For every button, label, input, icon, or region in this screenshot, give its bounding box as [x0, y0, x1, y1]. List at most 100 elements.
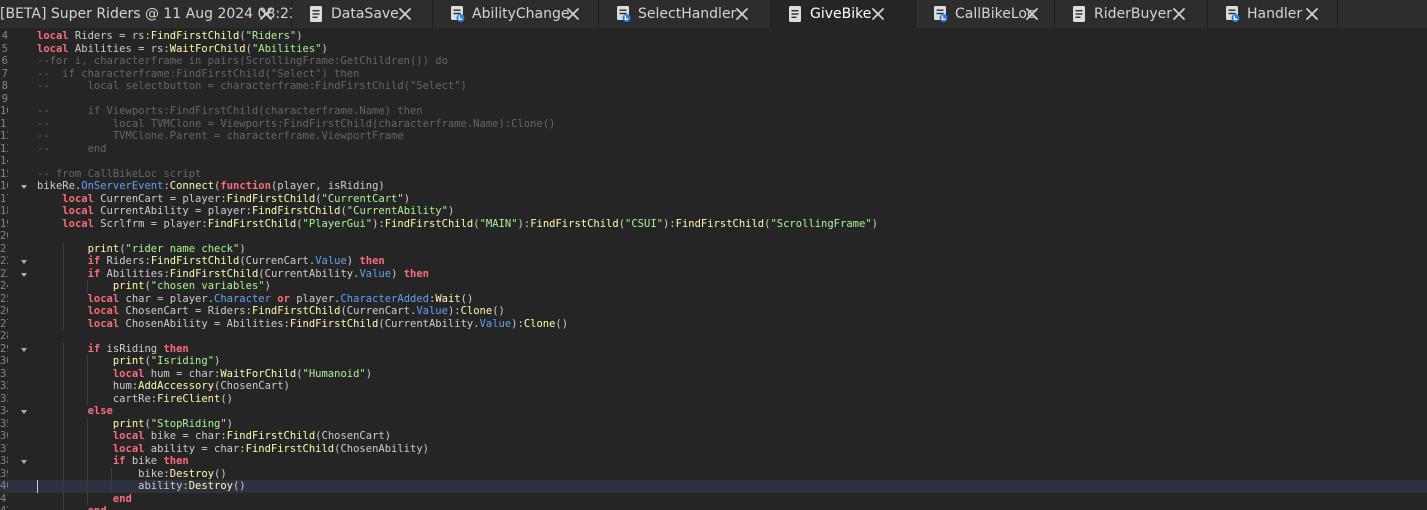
close-icon[interactable]	[1025, 5, 1039, 23]
close-icon[interactable]	[259, 5, 273, 23]
line-number: 5	[1, 42, 8, 55]
line-number: 11	[0, 117, 8, 130]
close-icon[interactable]	[871, 5, 885, 23]
code-line[interactable]: 9	[0, 93, 1427, 106]
code-text: else	[87, 405, 113, 417]
fold-arrow-icon[interactable]	[20, 345, 28, 353]
tab-givebike[interactable]: GiveBike	[771, 0, 916, 28]
line-number: 17	[0, 192, 8, 205]
code-line[interactable]: 15 -- from CallBikeLoc script	[0, 168, 1427, 181]
code-line[interactable]: 20	[0, 230, 1427, 243]
tab-label: Handler	[1247, 6, 1303, 22]
code-line[interactable]: 31 local hum = char:WaitForChild("Humano…	[0, 367, 1427, 380]
tab-selecthandler[interactable]: SelectHandler	[599, 0, 771, 28]
code-line[interactable]: 37 local ability = char:FindFirstChild(C…	[0, 442, 1427, 455]
tab-label: AbilityChange	[472, 6, 570, 22]
code-line[interactable]: 22 if Riders:FindFirstChild(CurrenCart.V…	[0, 255, 1427, 268]
code-line[interactable]: 33 cartRe:FireClient()	[0, 392, 1427, 405]
code-line[interactable]: 38 if bike then	[0, 455, 1427, 468]
tab-bar: [BETA] Super Riders @ 11 Aug 2024 08:23 D…	[0, 0, 1427, 28]
code-line[interactable]: 25 local char = player.Character or play…	[0, 292, 1427, 305]
code-line[interactable]: 35 print("StopRiding")	[0, 417, 1427, 430]
code-line[interactable]: 19 local Scrlfrm = player:FindFirstChild…	[0, 218, 1427, 231]
local-script-icon	[614, 5, 632, 23]
tab-abilitychange[interactable]: AbilityChange	[433, 0, 599, 28]
code-text: local Abilities = rs:WaitForChild("Abili…	[37, 42, 328, 55]
tab-label: RiderBuyer	[1094, 6, 1173, 22]
code-line[interactable]: 34 else	[0, 405, 1427, 418]
tab-riderbuyer[interactable]: RiderBuyer	[1055, 0, 1208, 28]
code-text: local ChosenCart = Riders:FindFirstChild…	[87, 305, 505, 317]
code-line[interactable]: 21 print("rider name check")	[0, 242, 1427, 255]
code-line[interactable]: 13 -- end	[0, 143, 1427, 156]
fold-arrow-icon[interactable]	[20, 457, 28, 465]
fold-arrow-icon[interactable]	[20, 270, 28, 278]
script-icon	[1070, 5, 1088, 23]
fold-arrow-icon[interactable]	[20, 407, 28, 415]
code-text: hum:AddAccessory(ChosenCart)	[37, 380, 290, 392]
code-line[interactable]: 12 -- TVMClone.Parent = characterframe.Vi…	[0, 130, 1427, 143]
code-line[interactable]: 36 local bike = char:FindFirstChild(Chos…	[0, 430, 1427, 443]
code-text: print("chosen variables")	[112, 280, 271, 292]
tab-label: DataSave	[331, 6, 399, 22]
local-script-icon	[931, 5, 949, 23]
code-line[interactable]: 7 -- if characterframe:FindFirstChild("Se…	[0, 68, 1427, 81]
code-line[interactable]: 30 print("Isriding")	[0, 355, 1427, 368]
close-icon[interactable]	[566, 5, 580, 23]
line-number: 42	[0, 505, 8, 510]
code-line[interactable]: 4 local Riders = rs:FindFirstChild("Rider…	[0, 30, 1427, 43]
code-line[interactable]: 8 -- local selectbutton = characterframe:…	[0, 80, 1427, 93]
code-line[interactable]: 11 -- local TVMClone = Viewports:FindFirs…	[0, 118, 1427, 131]
line-number: 14	[0, 155, 8, 167]
code-line[interactable]: 41 end	[0, 492, 1427, 505]
tab-callbikeloc[interactable]: CallBikeLoc	[916, 0, 1055, 28]
code-editor[interactable]: 4 local Riders = rs:FindFirstChild("Rider…	[0, 30, 1427, 510]
tab-beta-super-riders-11-aug-2024-08-23[interactable]: [BETA] Super Riders @ 11 Aug 2024 08:23	[0, 0, 298, 28]
code-line[interactable]: 23 if Abilities:FindFirstChild(CurrentAb…	[0, 267, 1427, 280]
close-icon[interactable]	[1172, 5, 1186, 23]
code-line[interactable]: 42 end	[0, 505, 1427, 510]
line-number: 15	[0, 167, 8, 180]
code-line[interactable]: 29 if isRiding then	[0, 342, 1427, 355]
code-line[interactable]: 32 hum:AddAccessory(ChosenCart)	[0, 380, 1427, 393]
close-icon[interactable]	[398, 5, 412, 23]
code-text: end	[112, 492, 132, 505]
code-line[interactable]: 40 ability:Destroy()	[0, 480, 1427, 493]
code-text: -- if characterframe:FindFirstChild("Sel…	[37, 67, 360, 80]
line-number: 33	[0, 392, 8, 405]
code-line[interactable]: 26 local ChosenCart = Riders:FindFirstCh…	[0, 305, 1427, 318]
line-number: 13	[0, 142, 8, 155]
code-line[interactable]: 6 --for i, characterframe in pairs(Scroll…	[0, 55, 1427, 68]
code-line[interactable]: 27 local ChosenAbility = Abilities:FindF…	[0, 317, 1427, 330]
tab-label: GiveBike	[810, 6, 872, 22]
code-text: print("rider name check")	[87, 242, 246, 255]
code-line[interactable]: 39 bike:Destroy()	[0, 467, 1427, 480]
close-icon[interactable]	[1305, 5, 1319, 23]
code-text: local Scrlfrm = player:FindFirstChild("P…	[62, 217, 878, 230]
tab-datasave[interactable]: DataSave	[292, 0, 433, 28]
tab-label: [BETA] Super Riders @ 11 Aug 2024 08:23	[0, 6, 298, 22]
code-line[interactable]: 28	[0, 330, 1427, 343]
code-text: local CurrentAbility = player:FindFirstC…	[62, 205, 455, 217]
line-number: 37	[0, 442, 8, 455]
code-line[interactable]: 16 bikeRe.OnServerEvent:Connect(function(…	[0, 180, 1427, 193]
code-text: -- end	[37, 142, 107, 155]
fold-arrow-icon[interactable]	[20, 257, 28, 265]
close-icon[interactable]	[735, 5, 749, 23]
code-text: -- TVMClone.Parent = characterframe.View…	[37, 130, 404, 142]
code-line[interactable]: 14	[0, 155, 1427, 168]
line-number: 36	[0, 430, 8, 442]
code-line[interactable]: 10 -- if Viewports:FindFirstChild(charact…	[0, 105, 1427, 118]
code-line[interactable]: 5 local Abilities = rs:WaitForChild("Abil…	[0, 43, 1427, 56]
line-number: 26	[0, 305, 8, 317]
line-number: 24	[0, 280, 8, 292]
tab-label: CallBikeLoc	[955, 6, 1035, 22]
code-line[interactable]: 24 print("chosen variables")	[0, 280, 1427, 293]
fold-arrow-icon[interactable]	[20, 182, 28, 190]
code-line[interactable]: 17 local CurrenCart = player:FindFirstCh…	[0, 193, 1427, 206]
code-line[interactable]: 18 local CurrentAbility = player:FindFir…	[0, 205, 1427, 218]
line-number: 8	[1, 80, 8, 92]
line-number: 31	[0, 367, 8, 380]
code-text: end	[37, 505, 107, 510]
tab-handler[interactable]: Handler	[1208, 0, 1338, 28]
